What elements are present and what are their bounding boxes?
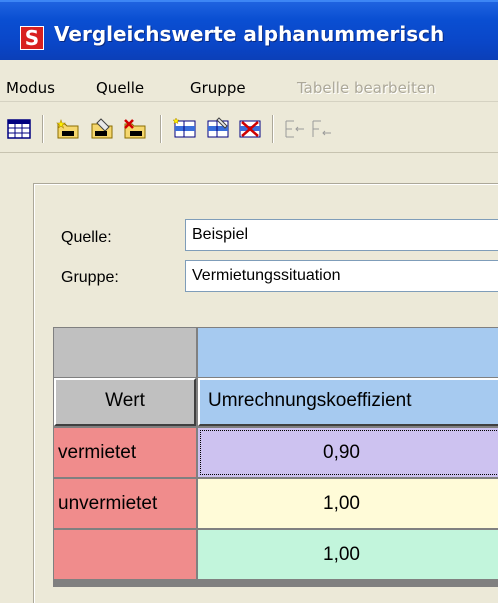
insert-column-icon[interactable] [284,117,310,141]
delete-folder-icon[interactable] [122,117,148,141]
menu-quelle[interactable]: Quelle [96,79,144,97]
gruppe-label: Gruppe: [61,269,119,286]
edit-row-icon[interactable] [205,117,231,141]
column-header-wert[interactable]: Wert [54,378,196,426]
quelle-label: Quelle: [61,229,112,246]
app-icon[interactable]: S [20,26,44,50]
edit-folder-icon[interactable] [89,117,115,141]
toolbar-separator [160,115,162,143]
toolbar-separator [42,115,44,143]
row-header[interactable]: unvermietet [54,479,196,528]
toolbar [0,103,498,153]
insert-column-icon[interactable] [311,117,337,141]
quelle-field[interactable]: Beispiel [185,219,498,251]
values-grid[interactable]: Wert Umrechnungskoeffizient vermietet 0,… [53,327,498,587]
menu-bar: Modus Quelle Gruppe Tabelle bearbeiten [0,60,498,102]
window-titlebar[interactable]: S Vergleichswerte alphanummerisch [0,0,498,60]
menu-modus[interactable]: Modus [6,79,55,97]
corner-header [54,328,196,377]
row-header[interactable] [54,530,196,579]
menu-gruppe[interactable]: Gruppe [190,79,246,97]
toolbar-separator [272,115,274,143]
value-cell[interactable]: 1,00 [198,479,498,528]
gruppe-field[interactable]: Vermietungssituation [185,260,498,292]
value-cell[interactable]: 1,00 [198,530,498,579]
table-icon[interactable] [6,117,32,141]
column-header-umrechnungskoeffizient[interactable]: Umrechnungskoeffizient [198,378,498,426]
window-title: Vergleichswerte alphanummerisch [54,22,445,46]
column-band-header[interactable] [198,328,498,377]
new-folder-icon[interactable] [55,117,81,141]
new-row-icon[interactable] [172,117,198,141]
delete-row-icon[interactable] [237,117,263,141]
value-cell[interactable]: 0,90 [198,428,498,477]
row-header[interactable]: vermietet [54,428,196,477]
menu-tabelle-bearbeiten[interactable]: Tabelle bearbeiten [297,79,436,97]
